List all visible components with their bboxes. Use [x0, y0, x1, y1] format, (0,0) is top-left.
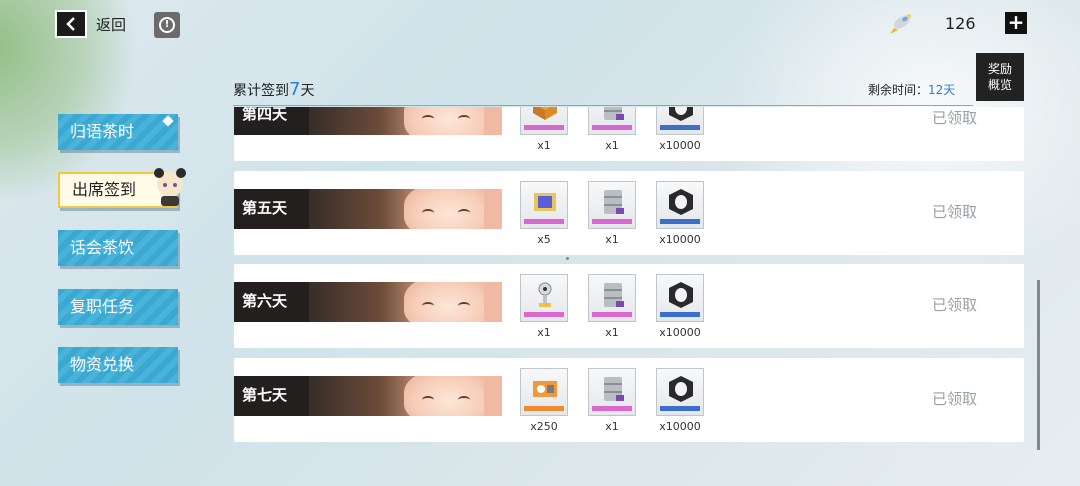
claimed-status: 已领取 — [932, 203, 978, 221]
cumulative-suffix: 天 — [300, 83, 315, 99]
canister-icon[interactable] — [588, 368, 636, 416]
cumulative-checkin: 累计签到7天 — [233, 79, 314, 100]
day-card[interactable]: 第七天 x250 x1 x10000 已领取 — [234, 358, 1024, 442]
black-nut-icon[interactable] — [656, 274, 704, 322]
back-label[interactable]: 返回 — [96, 14, 126, 35]
sidebar-item-reinstatement-tasks[interactable]: 复职任务 — [58, 289, 178, 325]
black-nut-icon[interactable] — [656, 181, 704, 229]
day-banner: 第六天 — [234, 282, 502, 322]
reward-quantity: x10000 — [659, 139, 701, 152]
sidebar-item-label: 归语茶时 — [70, 122, 135, 141]
info-button[interactable]: ! — [154, 12, 180, 38]
new-badge-icon — [162, 115, 174, 127]
remaining-time: 剩余时间：12天 — [868, 81, 955, 98]
sidebar-item-tea-drinks[interactable]: 话会茶饮 — [58, 230, 178, 266]
reward-quantity: x1 — [605, 420, 619, 433]
reward-quantity: x10000 — [659, 326, 701, 339]
cumulative-days: 7 — [289, 79, 301, 100]
reward-quantity: x10000 — [659, 233, 701, 246]
sidebar-item-label: 复职任务 — [70, 297, 135, 316]
black-nut-icon[interactable] — [656, 107, 704, 135]
chip-icon[interactable] — [520, 181, 568, 229]
currency-amount: 126 — [945, 14, 976, 33]
reward-quantity: x1 — [605, 139, 619, 152]
sidebar-item-supply-exchange[interactable]: 物资兑换 — [58, 347, 178, 383]
canister-icon[interactable] — [588, 181, 636, 229]
reward-quantity: x1 — [537, 326, 551, 339]
claimed-status: 已领取 — [932, 390, 978, 408]
claimed-status: 已领取 — [932, 296, 978, 314]
reward-quantity: x1 — [605, 233, 619, 246]
header-divider — [233, 105, 973, 106]
reward-quantity: x1 — [605, 326, 619, 339]
sidebar-item-label: 出席签到 — [72, 180, 137, 199]
sidebar-item-tea-time[interactable]: 归语茶时 — [58, 114, 178, 150]
ticket-icon[interactable] — [520, 368, 568, 416]
remaining-label: 剩余时间： — [868, 83, 929, 97]
reward-quantity: x250 — [530, 420, 558, 433]
sidebar-item-label: 物资兑换 — [70, 355, 135, 374]
add-currency-button[interactable]: + — [1005, 12, 1027, 34]
day-card[interactable]: 第六天 x1 x1 x10000 已领取 — [234, 264, 1024, 348]
orange-crate-icon[interactable] — [520, 107, 568, 135]
cumulative-prefix: 累计签到 — [233, 83, 289, 99]
back-button[interactable] — [55, 10, 87, 38]
day-label: 第四天 — [242, 107, 288, 123]
day-label: 第七天 — [242, 386, 288, 404]
rocket-currency-icon — [890, 14, 911, 34]
canister-icon[interactable] — [588, 107, 636, 135]
day-card[interactable]: 第五天 x5 x1 x10000 已领取 — [234, 171, 1024, 255]
reward-quantity: x1 — [537, 139, 551, 152]
day-label: 第五天 — [242, 199, 288, 217]
day-banner: 第五天 — [234, 189, 502, 229]
claimed-status: 已领取 — [932, 109, 978, 127]
reward-overview-button[interactable]: 奖励 概览 — [976, 53, 1024, 101]
black-nut-icon[interactable] — [656, 368, 704, 416]
canister-icon[interactable] — [588, 274, 636, 322]
day-banner: 第七天 — [234, 376, 502, 416]
day-card[interactable]: 第四天 x1 x1 x10000 已领取 — [234, 107, 1024, 161]
chibi-mascot-icon — [154, 168, 186, 206]
exclamation-icon: ! — [159, 17, 175, 33]
remaining-value: 12天 — [928, 83, 956, 97]
day-label: 第六天 — [242, 292, 288, 310]
divider-dot — [566, 257, 569, 260]
reward-quantity: x10000 — [659, 420, 701, 433]
reward-quantity: x5 — [537, 233, 551, 246]
list-scrollbar[interactable] — [1037, 280, 1040, 450]
reward-overview-label: 奖励 概览 — [987, 62, 1012, 92]
sidebar-item-label: 话会茶饮 — [70, 238, 135, 257]
probe-icon[interactable] — [520, 274, 568, 322]
checkin-list[interactable]: 第四天 x1 x1 x10000 已领取 第五天 x5 x1 x10000 已领取 第六天 x1 x1 x… — [234, 107, 1026, 447]
chevron-left-icon — [66, 17, 75, 31]
day-banner: 第四天 — [234, 107, 502, 135]
